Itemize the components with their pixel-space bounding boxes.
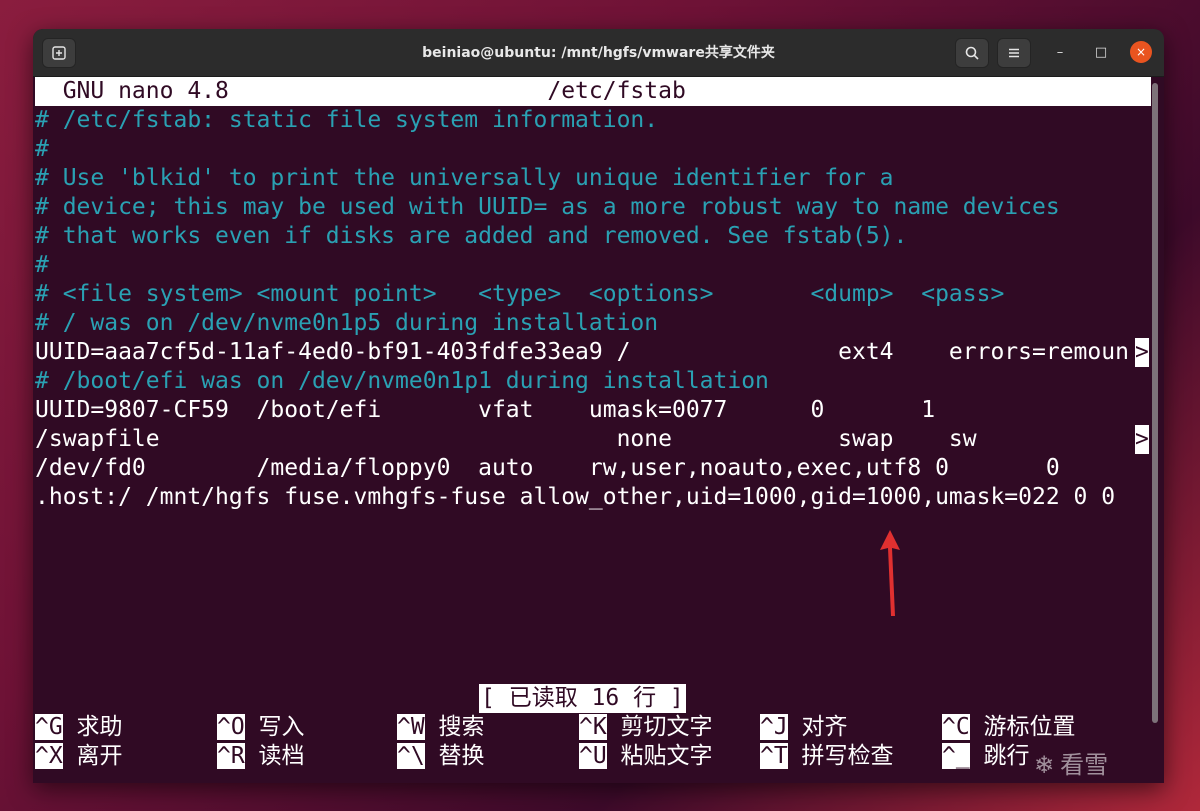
shortcut-key: ^C bbox=[942, 714, 970, 740]
hamburger-menu-icon bbox=[1009, 48, 1019, 58]
shortcut-label: 粘贴文字 bbox=[606, 743, 713, 769]
nano-header: GNU nano 4.8 /etc/fstab bbox=[35, 77, 1151, 106]
shortcut-item[interactable]: ^\ 替换 bbox=[397, 742, 485, 771]
file-line[interactable]: # /boot/efi was on /dev/nvme0n1p1 during… bbox=[35, 367, 769, 396]
shortcut-item[interactable]: ^R 读档 bbox=[217, 742, 305, 771]
shortcut-label: 离开 bbox=[62, 743, 123, 769]
window-title: beiniao@ubuntu: /mnt/hgfs/vmware共享文件夹 bbox=[422, 45, 775, 61]
shortcut-label: 跳行 bbox=[969, 743, 1030, 769]
terminal-area[interactable]: GNU nano 4.8 /etc/fstab # /etc/fstab: st… bbox=[33, 77, 1153, 783]
shortcut-key: ^R bbox=[217, 743, 245, 769]
shortcut-item[interactable]: ^O 写入 bbox=[217, 713, 305, 742]
search-icon bbox=[965, 46, 979, 60]
shortcut-item[interactable]: ^X 离开 bbox=[35, 742, 123, 771]
shortcut-key: ^G bbox=[35, 714, 63, 740]
file-line-text: /swapfile none swap sw bbox=[35, 426, 977, 452]
shortcut-label: 剪切文字 bbox=[606, 714, 713, 740]
scrollbar[interactable] bbox=[1152, 83, 1158, 723]
title-bar: beiniao@ubuntu: /mnt/hgfs/vmware共享文件夹 – … bbox=[33, 29, 1164, 77]
shortcut-label: 游标位置 bbox=[969, 714, 1076, 740]
file-line-text: # <file system> <mount point> <type> <op… bbox=[35, 281, 1005, 307]
file-line[interactable]: # that works even if disks are added and… bbox=[35, 222, 907, 251]
shortcut-key: ^W bbox=[397, 714, 425, 740]
file-line-text: # Use 'blkid' to print the universally u… bbox=[35, 165, 894, 191]
file-line[interactable]: UUID=9807-CF59 /boot/efi vfat umask=0077… bbox=[35, 396, 935, 425]
minimize-icon: – bbox=[1056, 44, 1064, 60]
red-arrow-annotation bbox=[880, 530, 900, 616]
snowflake-icon: ❄ bbox=[1034, 751, 1055, 779]
shortcut-key: ^_ bbox=[942, 743, 970, 769]
file-line[interactable]: # Use 'blkid' to print the universally u… bbox=[35, 164, 894, 193]
watermark-text: 看雪 bbox=[1060, 751, 1109, 779]
shortcut-key: ^\ bbox=[397, 743, 425, 769]
file-line-text: # that works even if disks are added and… bbox=[35, 223, 908, 249]
terminal-window: beiniao@ubuntu: /mnt/hgfs/vmware共享文件夹 – … bbox=[33, 29, 1164, 783]
shortcut-label: 搜索 bbox=[424, 714, 485, 740]
shortcut-item[interactable]: ^K 剪切文字 bbox=[579, 713, 713, 742]
shortcut-key: ^O bbox=[217, 714, 245, 740]
shortcut-key: ^K bbox=[579, 714, 607, 740]
file-line[interactable]: /swapfile none swap sw bbox=[35, 425, 977, 454]
close-icon: × bbox=[1135, 45, 1147, 59]
file-line-text: .host:/ /mnt/hgfs fuse.vmhgfs-fuse allow… bbox=[35, 484, 1116, 510]
file-line-text: # bbox=[35, 136, 49, 162]
status-message: [ 已读取 16 行 ] bbox=[479, 684, 686, 713]
line-overflow-marker: > bbox=[1135, 338, 1149, 367]
shortcut-key: ^J bbox=[760, 714, 788, 740]
file-line[interactable]: # bbox=[35, 135, 49, 164]
line-overflow-marker: > bbox=[1135, 425, 1149, 454]
search-button[interactable] bbox=[955, 38, 989, 68]
file-line-text: UUID=9807-CF59 /boot/efi vfat umask=0077… bbox=[35, 397, 936, 423]
shortcut-label: 拼写检查 bbox=[787, 743, 894, 769]
file-line[interactable]: # / was on /dev/nvme0n1p5 during install… bbox=[35, 309, 658, 338]
file-line-text: # device; this may be used with UUID= as… bbox=[35, 194, 1060, 220]
shortcut-label: 写入 bbox=[244, 714, 305, 740]
maximize-button[interactable]: □ bbox=[1090, 41, 1112, 63]
file-line[interactable]: # /etc/fstab: static file system informa… bbox=[35, 106, 658, 135]
file-line-text: /dev/fd0 /media/floppy0 auto rw,user,noa… bbox=[35, 455, 1060, 481]
shortcut-item[interactable]: ^T 拼写检查 bbox=[760, 742, 894, 771]
file-line[interactable]: /dev/fd0 /media/floppy0 auto rw,user,noa… bbox=[35, 454, 1060, 483]
shortcut-item[interactable]: ^_ 跳行 bbox=[942, 742, 1030, 771]
file-line[interactable]: # device; this may be used with UUID= as… bbox=[35, 193, 1060, 222]
shortcut-key: ^T bbox=[760, 743, 788, 769]
file-line-text: # bbox=[35, 252, 49, 278]
watermark: ❄ 看雪 bbox=[1034, 745, 1108, 780]
file-line[interactable]: # <file system> <mount point> <type> <op… bbox=[35, 280, 1004, 309]
file-line[interactable]: # bbox=[35, 251, 49, 280]
shortcut-label: 对齐 bbox=[787, 714, 848, 740]
file-line[interactable]: .host:/ /mnt/hgfs fuse.vmhgfs-fuse allow… bbox=[35, 483, 1115, 512]
shortcut-key: ^U bbox=[579, 743, 607, 769]
shortcut-item[interactable]: ^U 粘贴文字 bbox=[579, 742, 713, 771]
shortcut-label: 替换 bbox=[424, 743, 485, 769]
shortcut-key: ^X bbox=[35, 743, 63, 769]
minimize-button[interactable]: – bbox=[1049, 41, 1071, 63]
menu-button[interactable] bbox=[997, 38, 1031, 68]
shortcut-item[interactable]: ^J 对齐 bbox=[760, 713, 848, 742]
maximize-icon: □ bbox=[1094, 44, 1108, 60]
file-line-text: # /etc/fstab: static file system informa… bbox=[35, 107, 659, 133]
close-button[interactable]: × bbox=[1130, 41, 1152, 63]
file-line-text: # /boot/efi was on /dev/nvme0n1p1 during… bbox=[35, 368, 769, 394]
file-line[interactable]: UUID=aaa7cf5d-11af-4ed0-bf91-403fdfe33ea… bbox=[35, 338, 1129, 367]
shortcut-item[interactable]: ^C 游标位置 bbox=[942, 713, 1076, 742]
shortcut-label: 求助 bbox=[62, 714, 123, 740]
shortcut-label: 读档 bbox=[244, 743, 305, 769]
file-line-text: # / was on /dev/nvme0n1p5 during install… bbox=[35, 310, 659, 336]
shortcut-item[interactable]: ^G 求助 bbox=[35, 713, 123, 742]
file-line-text: UUID=aaa7cf5d-11af-4ed0-bf91-403fdfe33ea… bbox=[35, 339, 1129, 365]
shortcut-item[interactable]: ^W 搜索 bbox=[397, 713, 485, 742]
